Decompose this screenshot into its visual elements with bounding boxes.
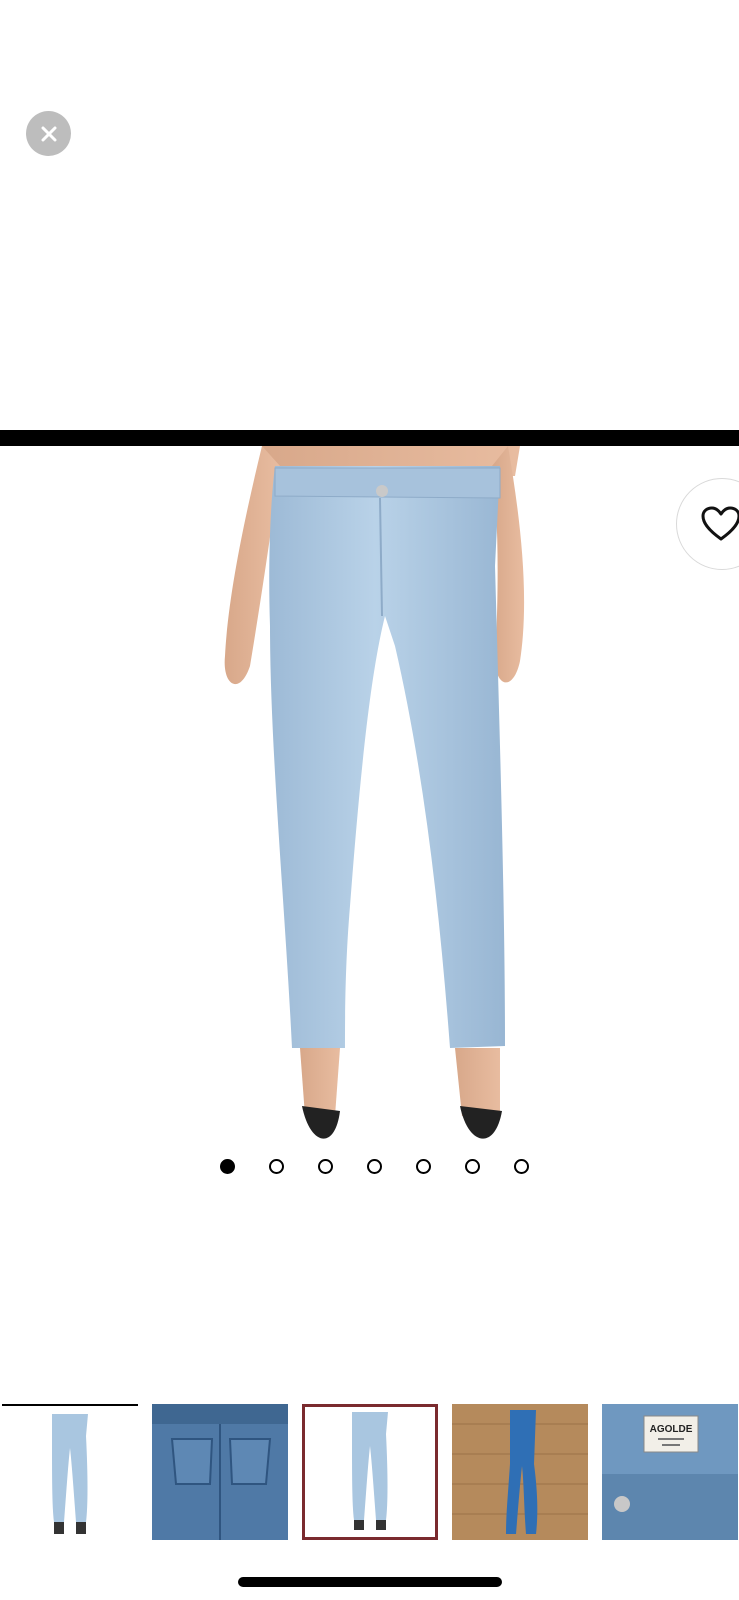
pagination-dot[interactable]	[220, 1159, 235, 1174]
heart-icon	[701, 506, 739, 541]
photo-pagination	[220, 1159, 529, 1174]
thumbnail-2[interactable]	[152, 1404, 288, 1540]
pagination-dot[interactable]	[465, 1159, 480, 1174]
close-button[interactable]	[26, 111, 71, 156]
thumbnail-5[interactable]: AGOLDE	[602, 1404, 738, 1540]
pagination-dot[interactable]	[318, 1159, 333, 1174]
home-indicator	[238, 1577, 502, 1587]
label-brand-text: AGOLDE	[650, 1424, 693, 1435]
image-top-border	[0, 430, 739, 446]
pagination-dot[interactable]	[514, 1159, 529, 1174]
jeans-front-image	[224, 446, 525, 1139]
thumbnail-1[interactable]	[2, 1404, 138, 1540]
thumbnail-3[interactable]	[302, 1404, 438, 1540]
pagination-dot[interactable]	[269, 1159, 284, 1174]
thumbnail-strip: AGOLDE	[2, 1404, 738, 1540]
pagination-dot[interactable]	[367, 1159, 382, 1174]
main-product-photo[interactable]	[0, 446, 739, 1166]
thumbnail-4[interactable]	[452, 1404, 588, 1540]
close-icon	[41, 126, 56, 141]
pagination-dot[interactable]	[416, 1159, 431, 1174]
photo-viewer-screen: AGOLDE	[0, 0, 739, 1600]
